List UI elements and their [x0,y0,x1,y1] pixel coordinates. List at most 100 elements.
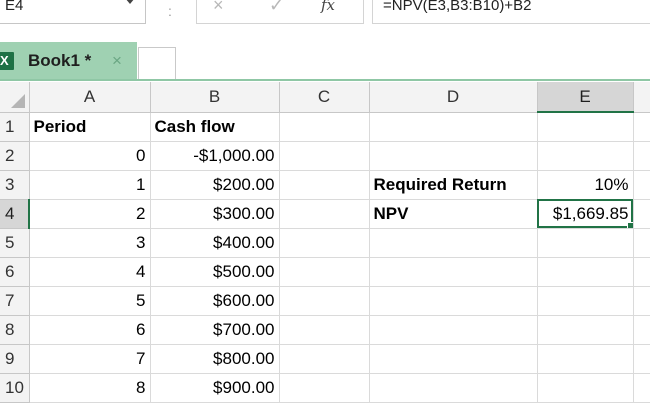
cell-c9[interactable] [279,344,370,374]
drag-handle-icon[interactable]: : [168,0,172,22]
cell-e8[interactable] [537,315,634,345]
cell-a5[interactable]: 3 [29,228,151,258]
table-row: 10 8 $900.00 [0,373,650,403]
new-workbook-tab[interactable] [138,47,176,80]
row-header-4[interactable]: 4 [0,199,30,229]
cell-f7[interactable] [633,286,650,316]
cell-value: 1 [136,174,146,194]
row-header-3[interactable]: 3 [0,170,30,200]
cell-b6[interactable]: $500.00 [150,257,280,287]
cell-a2[interactable]: 0 [29,141,151,171]
cell-d9[interactable] [369,344,538,374]
cell-c8[interactable] [279,315,370,345]
cell-a8[interactable]: 6 [29,315,151,345]
cell-c5[interactable] [279,228,370,258]
column-header-d[interactable]: D [369,82,538,113]
column-header-f[interactable] [633,82,650,113]
cell-e9[interactable] [537,344,634,374]
formula-input[interactable]: =NPV(E3,B3:B10)+B2 [372,0,650,24]
close-icon[interactable]: × [112,42,122,80]
cell-b10[interactable]: $900.00 [150,373,280,403]
cell-c4[interactable] [279,199,370,229]
cell-d10[interactable] [369,373,538,403]
cell-d1[interactable] [369,112,538,142]
cell-f1[interactable] [633,112,650,142]
cell-value: $400.00 [213,232,275,252]
cell-a4[interactable]: 2 [29,199,151,229]
chevron-down-icon[interactable] [125,0,135,4]
fill-handle[interactable] [626,221,632,227]
cell-c3[interactable] [279,170,370,200]
enter-check-icon[interactable]: ✓ [269,0,284,16]
cell-value: Cash flow [154,116,235,136]
cell-e3[interactable]: 10% [537,170,634,200]
cell-f6[interactable] [633,257,650,287]
row-header-8[interactable]: 8 [0,315,30,345]
cell-a7[interactable]: 5 [29,286,151,316]
cell-d2[interactable] [369,141,538,171]
table-row: 2 0 -$1,000.00 [0,141,650,171]
cell-f4[interactable] [633,199,650,229]
cell-f10[interactable] [633,373,650,403]
cell-b2[interactable]: -$1,000.00 [150,141,280,171]
cell-f3[interactable] [633,170,650,200]
cell-b8[interactable]: $700.00 [150,315,280,345]
cell-value: $300.00 [213,203,275,223]
cell-c10[interactable] [279,373,370,403]
column-header-c[interactable]: C [279,82,370,113]
column-header-b[interactable]: B [150,82,280,113]
cell-b1[interactable]: Cash flow [150,112,280,142]
cell-a9[interactable]: 7 [29,344,151,374]
row-header-5[interactable]: 5 [0,228,30,258]
row-header-10[interactable]: 10 [0,373,30,403]
cell-c7[interactable] [279,286,370,316]
cell-a6[interactable]: 4 [29,257,151,287]
cell-e10[interactable] [537,373,634,403]
name-box[interactable]: E4 [0,0,146,24]
cell-value: 7 [136,348,146,368]
row-header-9[interactable]: 9 [0,344,30,374]
row-header-6[interactable]: 6 [0,257,30,287]
cell-e2[interactable] [537,141,634,171]
cell-c2[interactable] [279,141,370,171]
cell-e4[interactable]: $1,669.85 [537,199,634,229]
cell-b3[interactable]: $200.00 [150,170,280,200]
cell-a3[interactable]: 1 [29,170,151,200]
cell-e6[interactable] [537,257,634,287]
cell-f9[interactable] [633,344,650,374]
cell-d8[interactable] [369,315,538,345]
row-header-1[interactable]: 1 [0,112,30,142]
cell-f2[interactable] [633,141,650,171]
cell-c6[interactable] [279,257,370,287]
cell-d4[interactable]: NPV [369,199,538,229]
select-all-corner[interactable] [0,82,30,113]
cell-e7[interactable] [537,286,634,316]
cell-a10[interactable]: 8 [29,373,151,403]
cell-d5[interactable] [369,228,538,258]
cell-f8[interactable] [633,315,650,345]
cell-a1[interactable]: Period [29,112,151,142]
tab-strip-divider [0,79,650,81]
cell-b9[interactable]: $800.00 [150,344,280,374]
column-header-a[interactable]: A [29,82,151,113]
workbook-tab[interactable]: X Book1 * × [0,42,137,80]
row-header-2[interactable]: 2 [0,141,30,171]
cell-d3[interactable]: Required Return [369,170,538,200]
cell-value: $1,669.85 [552,203,629,223]
cell-e5[interactable] [537,228,634,258]
cancel-icon[interactable]: × [213,0,224,16]
insert-function-icon[interactable]: fx [321,0,335,16]
cell-value: 4 [136,261,146,281]
workbook-tab-label: Book1 * [28,51,92,70]
cell-f5[interactable] [633,228,650,258]
cell-d7[interactable] [369,286,538,316]
cell-b5[interactable]: $400.00 [150,228,280,258]
cell-e1[interactable] [537,112,634,142]
cell-d6[interactable] [369,257,538,287]
cell-c1[interactable] [279,112,370,142]
column-header-e[interactable]: E [537,82,634,113]
name-box-value: E4 [5,0,24,14]
cell-b4[interactable]: $300.00 [150,199,280,229]
cell-b7[interactable]: $600.00 [150,286,280,316]
row-header-7[interactable]: 7 [0,286,30,316]
